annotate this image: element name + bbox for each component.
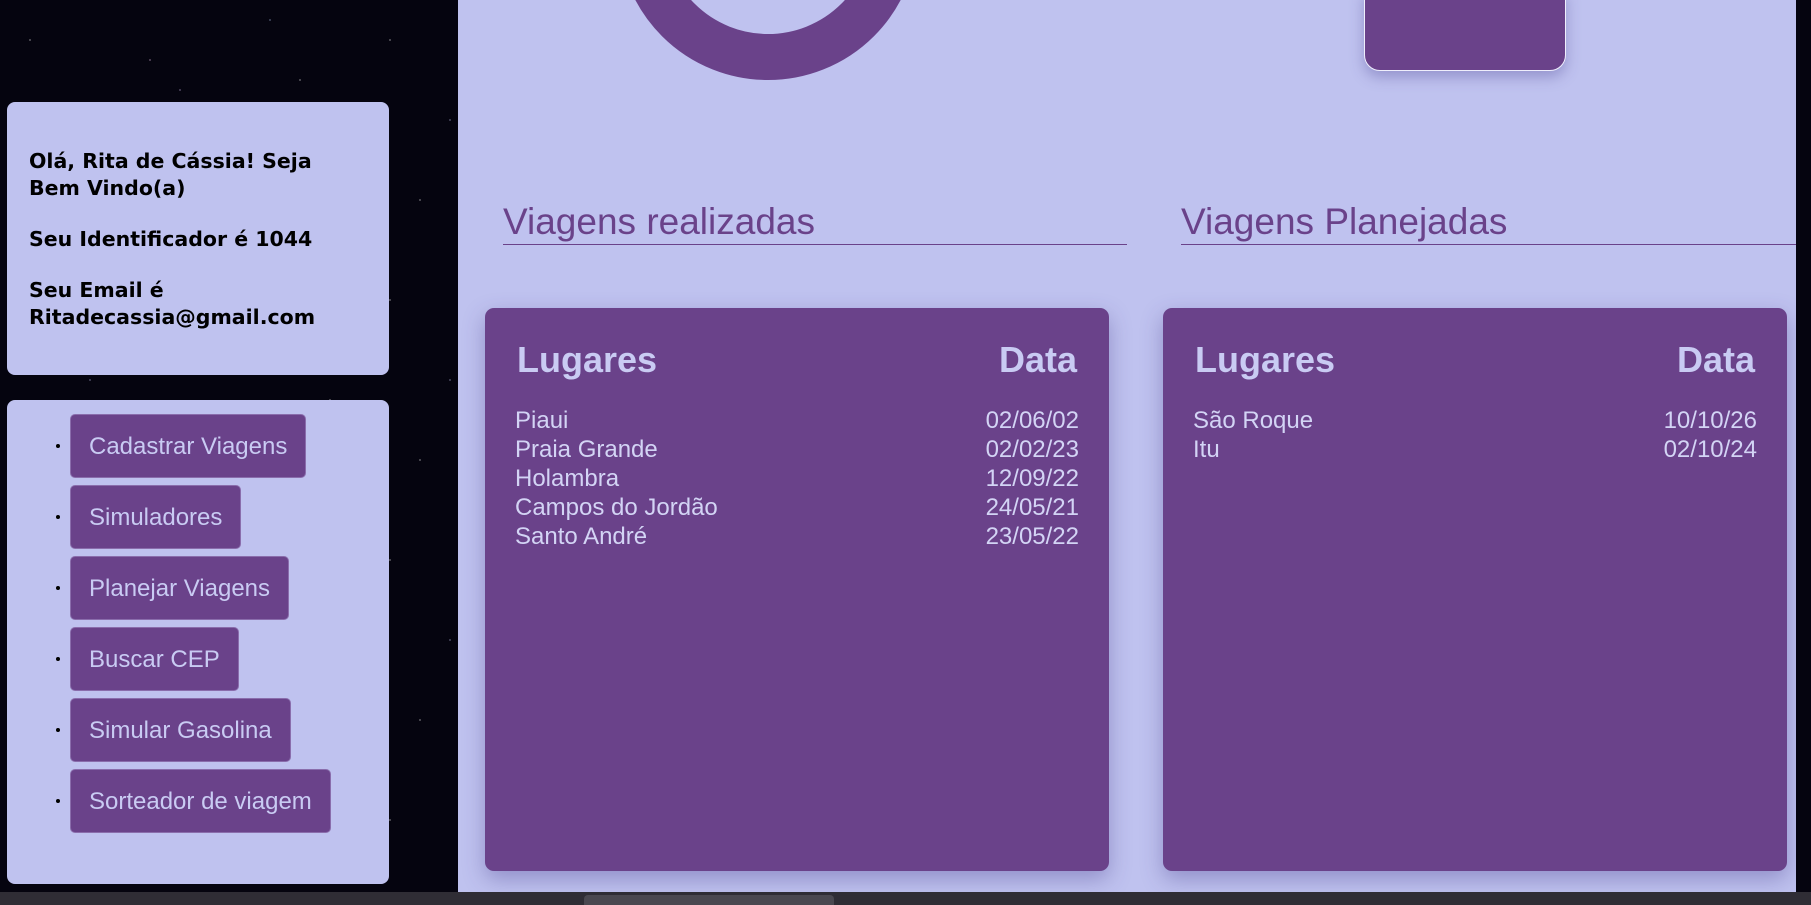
date-cell: 02/06/02 xyxy=(985,407,1079,434)
date-column-header: Data xyxy=(998,339,1077,380)
place-cell: Campos do Jordão xyxy=(515,494,718,521)
nav-menu-item: Cadastrar Viagens xyxy=(70,414,389,478)
place-cell: Holambra xyxy=(515,465,620,492)
planned-trips-table: Lugares Data São Roque 10/10/26 Itu 02/1… xyxy=(1163,308,1787,871)
place-cell: Santo André xyxy=(515,523,648,550)
nav-menu-item: Simular Gasolina xyxy=(70,698,389,762)
user-info-card: Olá, Rita de Cássia! Seja Bem Vindo(a) S… xyxy=(7,102,389,375)
places-column-header: Lugares xyxy=(517,339,658,380)
nav-menu-list: Cadastrar Viagens Simuladores Planejar V… xyxy=(7,414,389,833)
table-row: Praia Grande 02/02/23 xyxy=(515,435,1079,464)
nav-menu-item: Simuladores xyxy=(70,485,389,549)
completed-trips-table: Lugares Data Piaui 02/06/02 Praia Grande… xyxy=(485,308,1109,871)
date-cell: 02/10/24 xyxy=(1663,436,1757,463)
bottom-taskbar-strip xyxy=(0,892,1811,905)
taskbar-tab[interactable] xyxy=(584,895,834,905)
email-value: Ritadecassia@gmail.com xyxy=(29,305,316,329)
places-column-header: Lugares xyxy=(1195,339,1336,380)
date-column-header: Data xyxy=(1676,339,1755,380)
completed-trips-title: Viagens realizadas xyxy=(503,200,1127,245)
buscar-cep-button[interactable]: Buscar CEP xyxy=(70,627,239,691)
greeting-text: Olá, Rita de Cássia! Seja Bem Vindo(a) xyxy=(29,149,312,200)
identifier-text: Seu Identificador é 1044 xyxy=(29,227,313,251)
simuladores-button[interactable]: Simuladores xyxy=(70,485,242,549)
main-panel: Viagens realizadas Viagens Planejadas Lu… xyxy=(458,0,1796,892)
place-cell: Itu xyxy=(1193,436,1220,463)
planejar-viagens-button[interactable]: Planejar Viagens xyxy=(70,556,290,620)
table-row: Santo André 23/05/22 xyxy=(515,522,1079,551)
nav-menu-item: Planejar Viagens xyxy=(70,556,389,620)
table-row: Campos do Jordão 24/05/21 xyxy=(515,493,1079,522)
place-cell: Piaui xyxy=(515,407,569,434)
ring-graphic xyxy=(618,0,918,80)
table-row: Itu 02/10/24 xyxy=(1193,435,1757,464)
planned-trips-title: Viagens Planejadas xyxy=(1181,200,1796,245)
nav-menu: Cadastrar Viagens Simuladores Planejar V… xyxy=(7,400,389,884)
place-cell: São Roque xyxy=(1193,407,1314,434)
date-cell: 23/05/22 xyxy=(985,523,1079,550)
table-row: Holambra 12/09/22 xyxy=(515,464,1079,493)
date-cell: 12/09/22 xyxy=(985,465,1079,492)
date-cell: 24/05/21 xyxy=(985,494,1079,521)
table-header: Lugares Data xyxy=(515,340,1079,380)
date-cell: 10/10/26 xyxy=(1663,407,1757,434)
email-text: Seu Email é Ritadecassia@gmail.com xyxy=(29,277,369,331)
simular-gasolina-button[interactable]: Simular Gasolina xyxy=(70,698,291,762)
table-header: Lugares Data xyxy=(1193,340,1757,380)
nav-menu-item: Buscar CEP xyxy=(70,627,389,691)
sorteador-de-viagem-button[interactable]: Sorteador de viagem xyxy=(70,769,331,833)
top-action-button[interactable] xyxy=(1364,0,1566,71)
nav-menu-item: Sorteador de viagem xyxy=(70,769,389,833)
table-row: São Roque 10/10/26 xyxy=(1193,406,1757,435)
table-row: Piaui 02/06/02 xyxy=(515,406,1079,435)
email-label: Seu Email é xyxy=(29,278,164,302)
place-cell: Praia Grande xyxy=(515,436,658,463)
cadastrar-viagens-button[interactable]: Cadastrar Viagens xyxy=(70,414,307,478)
date-cell: 02/02/23 xyxy=(985,436,1079,463)
